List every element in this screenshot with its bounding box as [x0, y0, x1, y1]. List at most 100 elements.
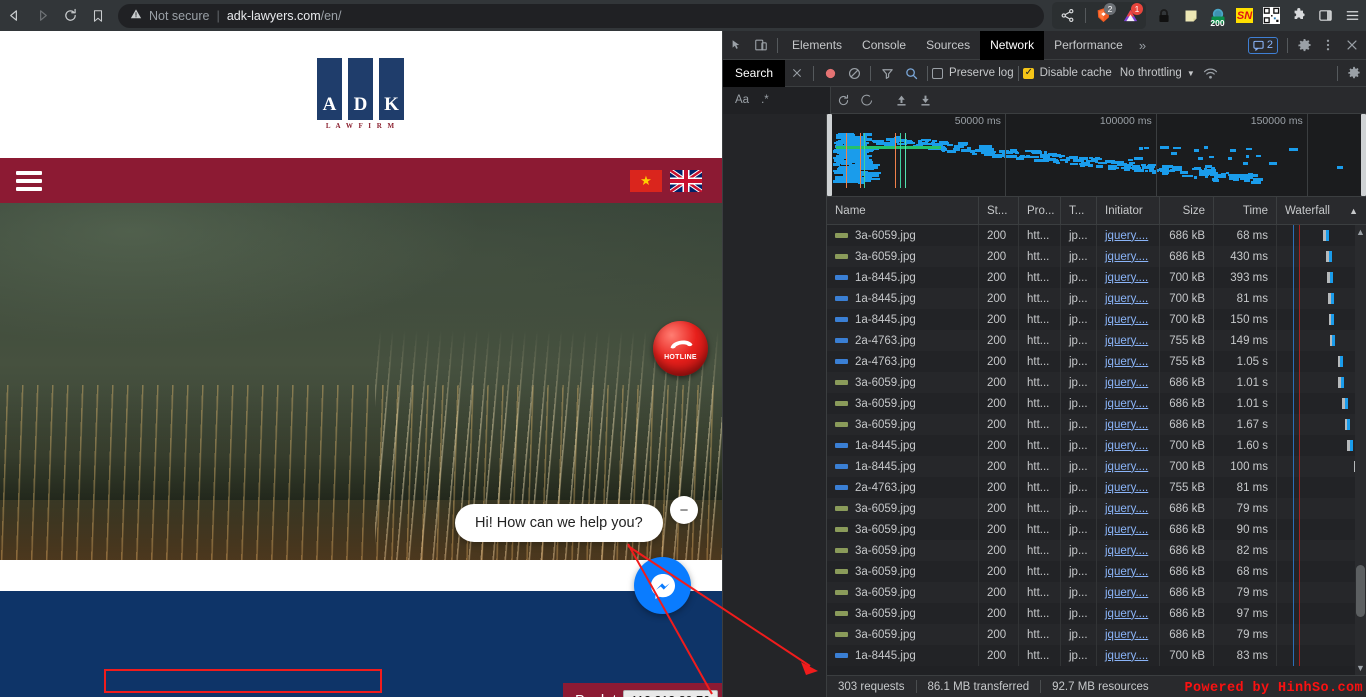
clear-search-icon[interactable]	[855, 88, 879, 112]
table-row[interactable]: 3a-6059.jpg 200 htt... jp... jquery.... 686 k…	[827, 414, 1366, 435]
clear-icon[interactable]	[842, 61, 866, 85]
menu-icon[interactable]	[1339, 2, 1366, 29]
table-row[interactable]: 3a-6059.jpg 200 htt... jp... jquery.... 686 k…	[827, 624, 1366, 645]
issues-badge[interactable]: 2	[1247, 36, 1278, 54]
initiator-link[interactable]: jquery....	[1105, 524, 1148, 536]
initiator-link[interactable]: jquery....	[1105, 461, 1148, 473]
tab-performance[interactable]: Performance	[1044, 31, 1133, 60]
initiator-link[interactable]: jquery....	[1105, 419, 1148, 431]
initiator-link[interactable]: jquery....	[1105, 482, 1148, 494]
column-header-size[interactable]: Size	[1160, 196, 1214, 225]
initiator-link[interactable]: jquery....	[1105, 251, 1148, 263]
table-row[interactable]: 1a-8445.jpg 200 htt... jp... jquery.... 700 k…	[827, 456, 1366, 477]
scrollbar-thumb[interactable]	[1356, 565, 1365, 617]
close-search-icon[interactable]	[785, 61, 809, 85]
import-har-icon[interactable]	[889, 88, 913, 112]
inspect-element-icon[interactable]	[725, 33, 749, 57]
match-case-icon[interactable]: Aa	[735, 94, 749, 106]
table-row[interactable]: 3a-6059.jpg 200 htt... jp... jquery.... 686 k…	[827, 561, 1366, 582]
puzzle-icon[interactable]	[1285, 2, 1312, 29]
tab-network[interactable]: Network	[980, 30, 1045, 60]
table-row[interactable]: 1a-8445.jpg 200 htt... jp... jquery.... 700 k…	[827, 645, 1366, 666]
filter-icon[interactable]	[875, 61, 899, 85]
network-overview[interactable]: 50000 ms 100000 ms 150000 ms	[827, 114, 1366, 197]
table-row[interactable]: 3a-6059.jpg 200 htt... jp... jquery.... 686 k…	[827, 603, 1366, 624]
flag-vietnam-icon[interactable]: ★	[630, 169, 662, 192]
more-tabs-icon[interactable]: »	[1133, 38, 1152, 53]
sidepanel-icon[interactable]	[1312, 2, 1339, 29]
brave-shield-icon[interactable]: 2	[1090, 2, 1117, 29]
regex-icon[interactable]: .*	[761, 94, 769, 106]
initiator-link[interactable]: jquery....	[1105, 440, 1148, 452]
initiator-link[interactable]: jquery....	[1105, 293, 1148, 305]
initiator-link[interactable]: jquery....	[1105, 314, 1148, 326]
column-header-waterfall[interactable]: Waterfall ▲	[1277, 197, 1366, 225]
tab-sources[interactable]: Sources	[916, 31, 980, 60]
record-icon[interactable]	[818, 61, 842, 85]
preserve-log-checkbox[interactable]	[932, 67, 944, 79]
device-toolbar-icon[interactable]	[749, 33, 773, 57]
scroll-up-arrow-icon[interactable]: ▲	[1356, 227, 1365, 237]
table-row[interactable]: 3a-6059.jpg 200 htt... jp... jquery.... 686 k…	[827, 540, 1366, 561]
initiator-link[interactable]: jquery....	[1105, 356, 1148, 368]
hotline-button[interactable]: HOTLINE	[653, 321, 708, 376]
column-header-type[interactable]: T...	[1061, 196, 1097, 225]
coin-200-icon[interactable]: 200	[1204, 2, 1231, 29]
search-tab[interactable]: Search	[723, 59, 786, 87]
refresh-search-icon[interactable]	[831, 88, 855, 112]
initiator-link[interactable]: jquery....	[1105, 545, 1148, 557]
table-row[interactable]: 2a-4763.jpg 200 htt... jp... jquery.... 755 k…	[827, 477, 1366, 498]
initiator-link[interactable]: jquery....	[1105, 398, 1148, 410]
back-arrow-icon[interactable]	[0, 2, 28, 30]
network-conditions-icon[interactable]	[1199, 61, 1223, 85]
hamburger-icon[interactable]	[16, 170, 42, 191]
initiator-link[interactable]: jquery....	[1105, 377, 1148, 389]
initiator-link[interactable]: jquery....	[1105, 503, 1148, 515]
column-header-name[interactable]: Name	[827, 196, 979, 225]
table-row[interactable]: 1a-8445.jpg 200 htt... jp... jquery.... 700 k…	[827, 309, 1366, 330]
network-rows[interactable]: 3a-6059.jpg 200 htt... jp... jquery.... 686 k…	[827, 225, 1366, 675]
bookmark-icon[interactable]	[84, 2, 112, 30]
chat-minimize-button[interactable]: −	[670, 496, 698, 524]
column-header-time[interactable]: Time	[1214, 196, 1277, 225]
lock-icon[interactable]	[1150, 2, 1177, 29]
search-icon[interactable]	[899, 61, 923, 85]
table-row[interactable]: 1a-8445.jpg 200 htt... jp... jquery.... 700 k…	[827, 288, 1366, 309]
column-header-status[interactable]: St...	[979, 196, 1019, 225]
address-bar[interactable]: Not secure | adk-lawyers.com/en/	[118, 3, 1044, 28]
devtools-more-menu-icon[interactable]	[1316, 33, 1340, 57]
messenger-chat-icon[interactable]	[634, 557, 691, 614]
chat-greeting-bubble[interactable]: Hi! How can we help you?	[455, 504, 663, 542]
initiator-link[interactable]: jquery....	[1105, 230, 1148, 242]
column-header-protocol[interactable]: Pro...	[1019, 196, 1061, 225]
table-row[interactable]: 3a-6059.jpg 200 htt... jp... jquery.... 686 k…	[827, 372, 1366, 393]
network-settings-gear-icon[interactable]	[1342, 61, 1366, 85]
overview-right-handle[interactable]	[1361, 114, 1366, 196]
table-row[interactable]: 3a-6059.jpg 200 htt... jp... jquery.... 686 k…	[827, 393, 1366, 414]
initiator-link[interactable]: jquery....	[1105, 272, 1148, 284]
table-row[interactable]: 3a-6059.jpg 200 htt... jp... jquery.... 686 k…	[827, 225, 1366, 246]
table-row[interactable]: 3a-6059.jpg 200 htt... jp... jquery.... 686 k…	[827, 498, 1366, 519]
disable-cache-checkbox[interactable]	[1022, 66, 1034, 79]
initiator-link[interactable]: jquery....	[1105, 608, 1148, 620]
table-row[interactable]: 3a-6059.jpg 200 htt... jp... jquery.... 686 k…	[827, 246, 1366, 267]
export-har-icon[interactable]	[913, 88, 937, 112]
tab-console[interactable]: Console	[852, 31, 916, 60]
sn-icon[interactable]: SN	[1231, 2, 1258, 29]
adk-logo[interactable]: A D K L A W F I R M	[317, 57, 405, 132]
note-icon[interactable]	[1177, 2, 1204, 29]
initiator-link[interactable]: jquery....	[1105, 587, 1148, 599]
tab-elements[interactable]: Elements	[782, 31, 852, 60]
throttling-dropdown[interactable]: No throttling ▼	[1120, 67, 1195, 79]
initiator-link[interactable]: jquery....	[1105, 650, 1148, 662]
initiator-link[interactable]: jquery....	[1105, 566, 1148, 578]
close-devtools-icon[interactable]	[1340, 33, 1364, 57]
scroll-down-arrow-icon[interactable]: ▼	[1356, 663, 1365, 673]
table-row[interactable]: 3a-6059.jpg 200 htt... jp... jquery.... 686 k…	[827, 519, 1366, 540]
table-row[interactable]: 1a-8445.jpg 200 htt... jp... jquery.... 700 k…	[827, 435, 1366, 456]
initiator-link[interactable]: jquery....	[1105, 335, 1148, 347]
qr-icon[interactable]	[1258, 2, 1285, 29]
gear-icon[interactable]	[1292, 33, 1316, 57]
column-header-initiator[interactable]: Initiator	[1097, 196, 1160, 225]
network-scrollbar[interactable]: ▲ ▼	[1355, 225, 1366, 675]
